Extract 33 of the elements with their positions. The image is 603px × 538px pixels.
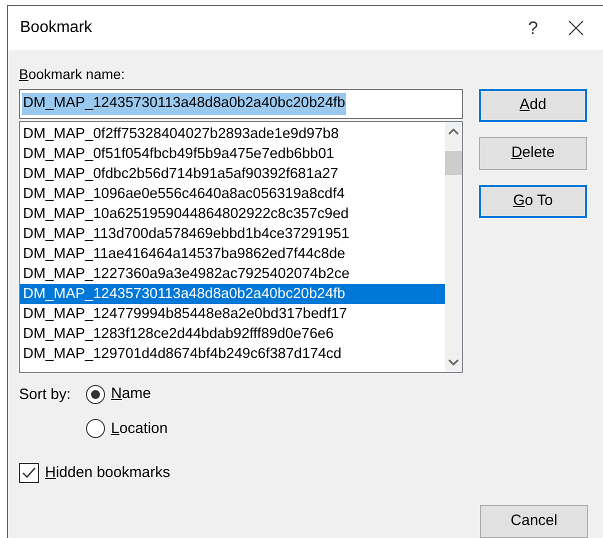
sort-radio[interactable]: Location <box>86 418 168 440</box>
bookmark-item[interactable]: DM_MAP_0f2ff75328404027b2893ade1e9d97b8 <box>20 124 445 144</box>
bookmark-item[interactable]: DM_MAP_129701d4d8674bf4b249c6f387d174cd <box>20 344 445 364</box>
dialog-button[interactable]: Delete <box>479 137 587 170</box>
selected-text: DM_MAP_12435730113a48d8a0b2a40bc20b24fb <box>22 93 346 115</box>
checkbox[interactable] <box>19 463 39 484</box>
hidden-bookmarks-checkbox[interactable]: Hidden bookmarks <box>19 462 592 484</box>
bookmark-item[interactable]: DM_MAP_11ae416464a14537ba9862ed7f44c8de <box>20 244 445 264</box>
scrollbar[interactable] <box>445 122 462 372</box>
bookmark-name-field[interactable]: DM_MAP_12435730113a48d8a0b2a40bc20b24fb <box>19 89 463 119</box>
sort-label: Sort by: <box>19 385 72 405</box>
bookmark-item[interactable]: DM_MAP_113d700da578469ebbd1b4ce37291951 <box>20 224 445 244</box>
sort-radio[interactable]: Name <box>86 383 168 406</box>
scroll-up-icon[interactable] <box>448 128 459 136</box>
bookmark-list[interactable] <box>19 121 463 373</box>
dialog-button[interactable]: Go To <box>479 185 587 218</box>
bookmark-item[interactable]: DM_MAP_12435730113a48d8a0b2a40bc20b24fb <box>20 284 445 304</box>
close-icon <box>568 20 584 36</box>
scroll-down-icon[interactable] <box>448 358 459 366</box>
cancel-button[interactable]: Cancel <box>480 504 588 538</box>
window-title: Bookmark <box>20 18 92 38</box>
bookmark-item[interactable]: DM_MAP_124779994b85448e8a2e0bd317bedf17 <box>20 304 445 324</box>
bookmark-item[interactable]: DM_MAP_1096ae0e556c4640a8ac056319a8cdf4 <box>20 184 445 204</box>
bookmark-item[interactable]: DM_MAP_1227360a9a3e4982ac7925402074b2ce <box>20 264 445 284</box>
bookmark-item[interactable]: DM_MAP_0fdbc2b56d714b91a5af90392f681a27 <box>20 164 445 184</box>
bookmark-item[interactable]: DM_MAP_0f51f054fbcb49f5b9a475e7edb6bb01 <box>20 144 445 164</box>
bookmark-item[interactable]: DM_MAP_1283f128ce2d44bdab92fff89d0e76e6 <box>20 324 445 344</box>
help-button[interactable]: ? <box>513 10 553 46</box>
check-icon <box>22 467 36 480</box>
field-label: Bookmark name: <box>19 65 126 84</box>
bookmark-item[interactable]: DM_MAP_10a6251959044864802922c8c357c9ed <box>20 204 445 224</box>
dialog-button[interactable]: Add <box>479 89 587 122</box>
scroll-thumb[interactable] <box>445 151 462 175</box>
